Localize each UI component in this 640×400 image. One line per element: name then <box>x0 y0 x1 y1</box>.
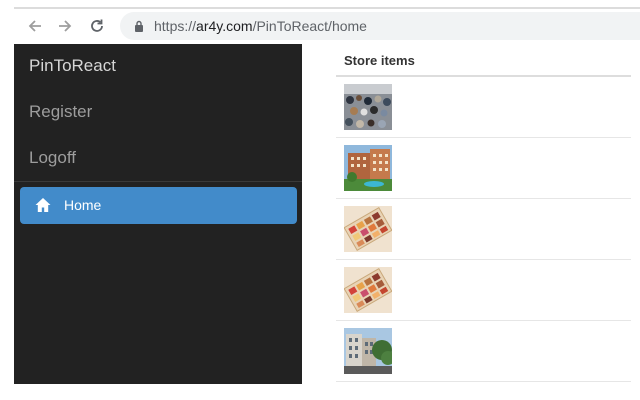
eyeshadow-palette-photo-thumbnail[interactable] <box>344 206 392 252</box>
table-row <box>336 321 631 382</box>
table-row <box>336 138 631 199</box>
table-row <box>336 199 631 260</box>
brand-link[interactable]: PinToReact <box>29 56 116 76</box>
forward-arrow-icon[interactable] <box>54 15 76 37</box>
url-scheme: https:// <box>154 18 197 34</box>
home-icon <box>35 198 51 212</box>
table-row <box>336 77 631 138</box>
browser-toolbar: https://ar4y.com/PinToReact/home <box>14 9 640 44</box>
logoff-link[interactable]: Logoff <box>29 148 76 168</box>
reload-icon[interactable] <box>86 15 108 37</box>
hotel-building-photo-thumbnail[interactable] <box>344 145 392 191</box>
sidebar-item-home[interactable]: Home <box>20 187 297 224</box>
crowd-photo-thumbnail[interactable] <box>344 84 392 130</box>
url-text: https://ar4y.com/PinToReact/home <box>154 18 367 34</box>
table-header: Store items <box>336 44 631 77</box>
lock-icon <box>135 20 143 32</box>
url-path: /PinToReact/home <box>252 18 367 34</box>
sidebar-divider <box>14 181 302 182</box>
sidebar: PinToReact Register Logoff Home <box>14 44 302 384</box>
sidebar-item-label: Home <box>64 197 102 213</box>
store-items-table: Store items <box>336 44 631 382</box>
back-arrow-icon[interactable] <box>24 15 46 37</box>
street-building-photo-thumbnail[interactable] <box>344 328 392 374</box>
url-host: ar4y.com <box>196 18 253 34</box>
register-link[interactable]: Register <box>29 102 92 122</box>
eyeshadow-palette-photo-thumbnail[interactable] <box>344 267 392 313</box>
table-row <box>336 260 631 321</box>
address-bar[interactable]: https://ar4y.com/PinToReact/home <box>120 12 640 40</box>
